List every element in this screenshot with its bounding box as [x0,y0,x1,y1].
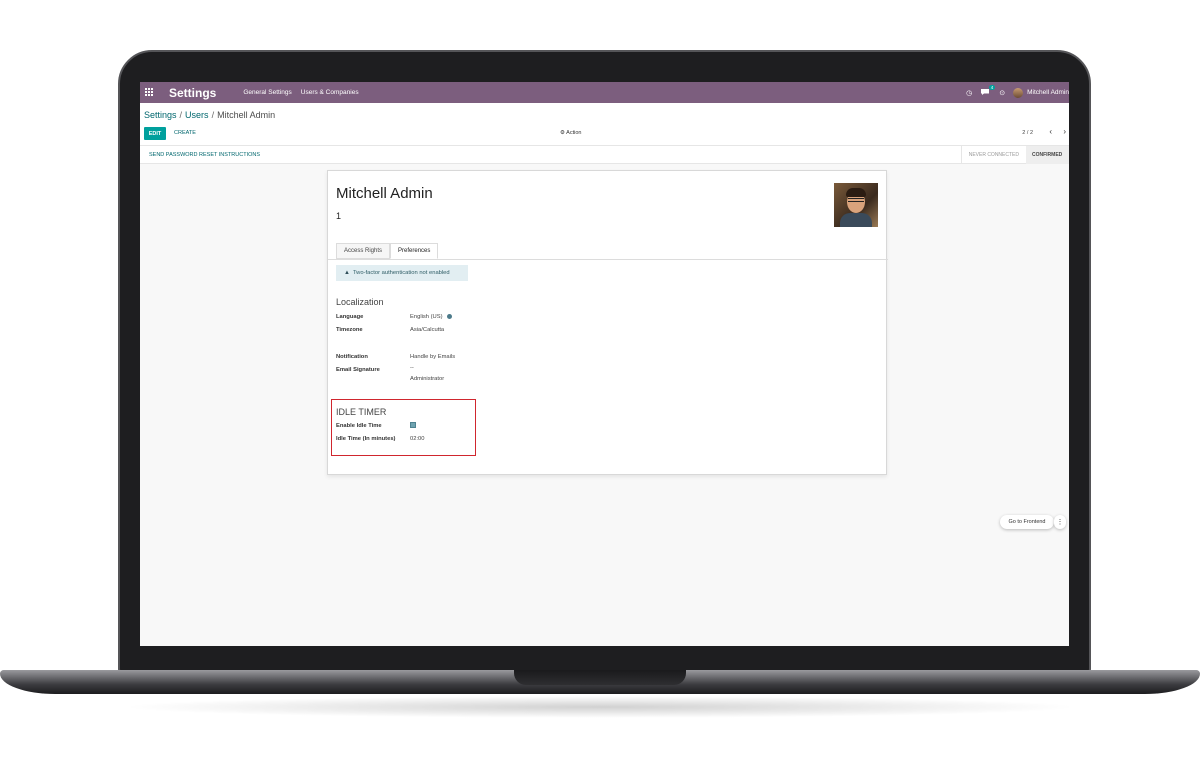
user-photo[interactable] [834,183,878,227]
breadcrumb-current: Mitchell Admin [217,110,276,120]
grid-icon[interactable] [145,88,154,97]
action-menu[interactable]: ⚙ Action [560,130,581,136]
language-label: Language [336,314,364,320]
form-tabs: Access Rights Preferences [336,243,439,259]
gear-icon: ⚙ [560,130,565,136]
user-name-title: Mitchell Admin [336,185,433,202]
timezone-label: Timezone [336,327,363,333]
avatar[interactable] [1013,87,1024,98]
localization-title: Localization [336,297,384,307]
activity-icon[interactable]: ⊙ [999,89,1005,97]
screen: Settings General Settings Users & Compan… [140,82,1069,646]
tab-preferences[interactable]: Preferences [390,243,439,259]
two-factor-alert-text: Two-factor authentication not enabled [352,270,450,276]
send-password-reset-button[interactable]: SEND PASSWORD RESET INSTRUCTIONS [149,152,260,158]
language-field[interactable]: English (US) [410,314,452,320]
status-bar: SEND PASSWORD RESET INSTRUCTIONS NEVER C… [140,146,1069,164]
breadcrumb-users[interactable]: Users [185,110,209,120]
user-id: 1 [336,211,342,221]
email-signature-line1[interactable]: -- [410,365,414,371]
email-signature-label: Email Signature [336,367,380,373]
idle-time-value[interactable]: 02:00 [410,436,425,442]
warning-icon: ▲ [344,270,350,276]
enable-idle-time-label: Enable Idle Time [336,423,382,429]
stage-confirmed[interactable]: CONFIRMED [1026,146,1069,164]
menu-users-companies[interactable]: Users & Companies [301,89,359,96]
app-brand[interactable]: Settings [169,86,216,100]
go-to-frontend-button[interactable]: Go to Frontend [1000,515,1054,529]
breadcrumb: Settings / Users / Mitchell Admin [144,110,276,120]
tab-divider [328,259,888,260]
idle-time-label: Idle Time (In minutes) [336,436,396,442]
email-signature-line2[interactable]: Administrator [410,376,444,382]
laptop-notch [514,670,686,685]
globe-icon[interactable] [446,314,452,319]
user-menu[interactable]: Mitchell Admin [1027,89,1069,96]
breadcrumb-settings[interactable]: Settings [144,110,177,120]
pager-prev-button[interactable]: ‹ [1049,127,1052,136]
form-sheet: Mitchell Admin 1 Access Rights Preferenc… [327,170,888,475]
tab-access-rights[interactable]: Access Rights [336,243,391,259]
clock-icon[interactable]: ◷ [966,89,972,97]
language-value: English (US) [410,314,443,321]
pager-next-button[interactable]: › [1063,127,1066,136]
menu-general-settings[interactable]: General Settings [243,89,291,96]
more-options-button[interactable]: ⋮ [1054,515,1066,529]
top-navbar: Settings General Settings Users & Compan… [140,82,1069,103]
control-panel: Settings / Users / Mitchell Admin EDIT CREAT… [140,103,1069,146]
action-label: Action [566,130,582,136]
stage-never-connected[interactable]: NEVER CONNECTED [960,146,1026,164]
enable-idle-time-checkbox[interactable] [410,422,416,428]
create-button[interactable]: CREATE [174,130,196,136]
notification-label: Notification [336,354,368,360]
navbar-right: ◷ 4 ⊙ Mitchell Admin [966,82,1069,103]
chat-badge: 4 [988,84,996,90]
pager-value: 2 / 2 [1022,130,1033,136]
edit-button[interactable]: EDIT [144,127,166,140]
laptop-shadow [120,696,1080,718]
timezone-value[interactable]: Asia/Calcutta [410,327,444,333]
idle-timer-title: IDLE TIMER [336,407,387,417]
notification-value[interactable]: Handle by Emails [410,354,455,360]
two-factor-alert: ▲ Two-factor authentication not enabled [336,265,468,281]
chat-icon[interactable]: 4 [980,84,996,98]
